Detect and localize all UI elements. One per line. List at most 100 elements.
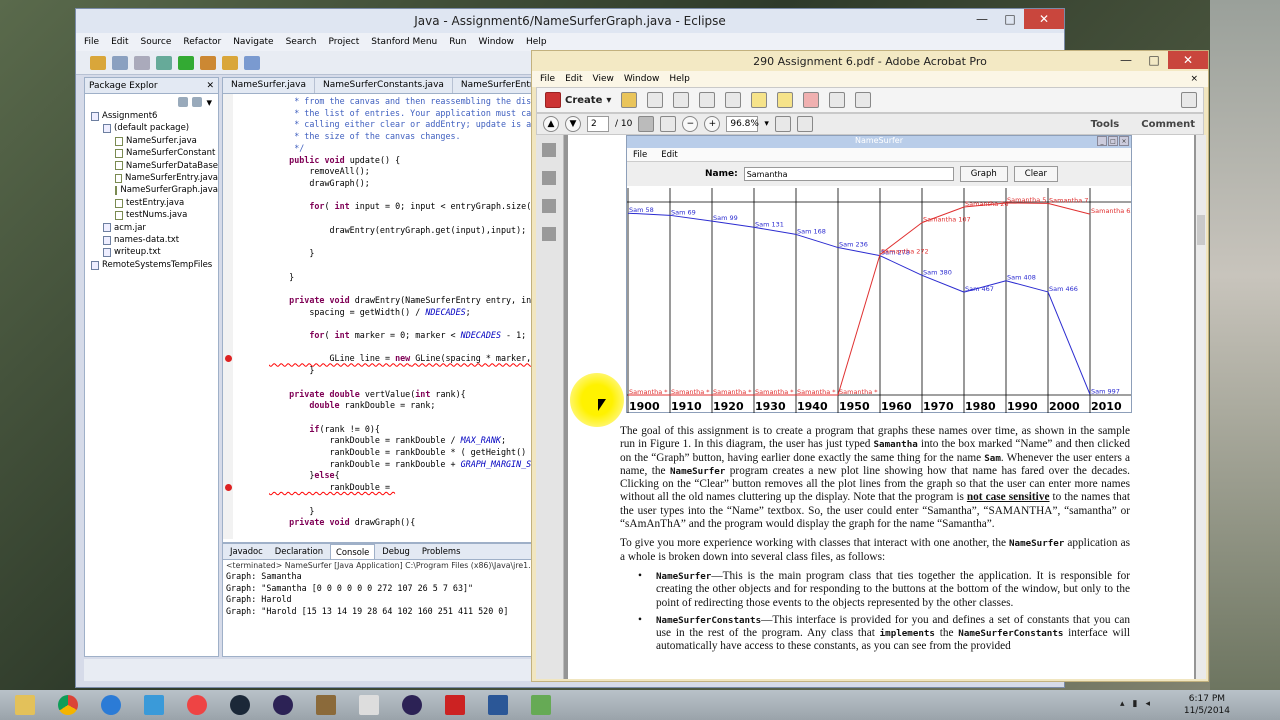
tree-item[interactable]: testEntry.java: [85, 197, 218, 209]
close-icon[interactable]: ✕: [206, 81, 214, 91]
tree-item[interactable]: NameSurferGraph.java: [85, 184, 218, 196]
expand-icon[interactable]: [1181, 92, 1197, 108]
menu-item[interactable]: Help: [526, 37, 547, 47]
zoom-input[interactable]: 96.8%: [726, 116, 759, 132]
taskbar-itunes[interactable]: [179, 692, 215, 718]
scrollbar-thumb[interactable]: [1197, 215, 1205, 245]
open-folder-icon[interactable]: [621, 92, 638, 108]
tree-item[interactable]: NameSurferConstant: [85, 147, 218, 159]
package-explorer-tab[interactable]: Package Explor: [89, 81, 158, 91]
full-screen-icon[interactable]: [796, 116, 813, 132]
highlight-icon[interactable]: [777, 92, 794, 108]
tree-item[interactable]: NameSurferEntry.java: [85, 172, 218, 184]
tools-pane-button[interactable]: Tools: [1091, 119, 1120, 130]
debug-icon[interactable]: [156, 55, 172, 70]
print-icon[interactable]: [134, 55, 150, 70]
console-tab[interactable]: Declaration: [270, 544, 328, 559]
fit-page-icon[interactable]: [774, 116, 791, 132]
taskbar-chrome[interactable]: [50, 692, 86, 718]
taskbar-word[interactable]: [480, 692, 516, 718]
view-menu-icon[interactable]: ▾: [206, 96, 212, 109]
menu-item[interactable]: Refactor: [183, 37, 221, 47]
taskbar-dosbox[interactable]: [308, 692, 344, 718]
editor-tab[interactable]: NameSurferConstants.java: [315, 78, 453, 93]
email-icon[interactable]: [699, 92, 716, 108]
console-tab[interactable]: Javadoc: [225, 544, 268, 559]
close-button[interactable]: ✕: [1024, 9, 1064, 29]
menu-item[interactable]: Search: [286, 37, 317, 47]
comment-bubble-icon[interactable]: [751, 92, 768, 108]
eclipse-title-bar[interactable]: Java - Assignment6/NameSurferGraph.java …: [76, 9, 1064, 33]
menu-item[interactable]: Edit: [111, 37, 128, 47]
collapse-all-icon[interactable]: [178, 97, 189, 107]
pdf-page[interactable]: NameSurfer _ □ × File Edit Name: Samantha …: [568, 135, 1194, 679]
hand-tool-icon[interactable]: [660, 116, 677, 132]
menu-item[interactable]: Window: [479, 37, 515, 47]
code-area[interactable]: * from the canvas and then reassembling …: [223, 94, 531, 539]
menu-item[interactable]: Project: [328, 37, 359, 47]
clock[interactable]: 6:17 PM 11/5/2014: [1184, 693, 1230, 717]
chevron-up-icon[interactable]: ▴: [1120, 699, 1125, 709]
maximize-button[interactable]: □: [1140, 51, 1168, 69]
close-button[interactable]: ✕: [1168, 51, 1208, 69]
tree-item[interactable]: testNums.java: [85, 209, 218, 221]
zoom-dropdown-icon[interactable]: ▾: [764, 119, 769, 129]
select-tool-icon[interactable]: [638, 116, 655, 132]
run-icon[interactable]: [178, 55, 194, 70]
comment-pane-button[interactable]: Comment: [1141, 119, 1195, 130]
search-icon[interactable]: [244, 55, 260, 70]
tree-item[interactable]: RemoteSystemsTempFiles: [85, 259, 218, 271]
acrobat-menu-item[interactable]: Help: [669, 74, 690, 84]
next-page-icon[interactable]: ▼: [565, 116, 581, 132]
console-tab[interactable]: Problems: [417, 544, 466, 559]
external-tools-icon[interactable]: [200, 55, 216, 70]
link-editor-icon[interactable]: [192, 97, 203, 107]
menu-item[interactable]: Stanford Menu: [371, 37, 437, 47]
stamp-icon[interactable]: [803, 92, 820, 108]
taskbar-steam[interactable]: [222, 692, 258, 718]
volume-icon[interactable]: ◂: [1145, 699, 1150, 709]
editor-tab[interactable]: NameSurfer.java: [223, 78, 315, 93]
console-tab[interactable]: Console: [330, 544, 376, 559]
tree-item[interactable]: names-data.txt: [85, 234, 218, 246]
maximize-button[interactable]: □: [996, 9, 1024, 29]
signatures-icon[interactable]: [542, 227, 556, 241]
open-type-icon[interactable]: [222, 55, 238, 70]
menu-item[interactable]: Run: [449, 37, 466, 47]
zoom-in-icon[interactable]: +: [704, 116, 721, 132]
tree-item[interactable]: (default package): [85, 122, 218, 134]
page-number-input[interactable]: 2: [587, 116, 609, 132]
tree-item[interactable]: writeup.txt: [85, 246, 218, 258]
new-icon[interactable]: [90, 55, 106, 70]
acrobat-menu-item[interactable]: Window: [624, 74, 660, 84]
taskbar-eclipse-2[interactable]: [394, 692, 430, 718]
sign-icon[interactable]: [855, 92, 872, 108]
zoom-out-icon[interactable]: −: [682, 116, 699, 132]
taskbar-acrobat[interactable]: [437, 692, 473, 718]
minimize-button[interactable]: —: [968, 9, 996, 29]
close-document-icon[interactable]: ×: [1190, 74, 1198, 84]
taskbar-notepad[interactable]: [351, 692, 387, 718]
attachment-icon[interactable]: [542, 199, 556, 213]
taskbar-file-explorer[interactable]: [7, 692, 43, 718]
console-tab[interactable]: Debug: [377, 544, 415, 559]
taskbar-internet-explorer[interactable]: [93, 692, 129, 718]
console-output[interactable]: Graph: Samantha Graph: "Samantha [0 0 0 0…: [223, 571, 531, 617]
attach-icon[interactable]: [829, 92, 846, 108]
acrobat-menu-item[interactable]: View: [593, 74, 614, 84]
menu-item[interactable]: File: [84, 37, 99, 47]
save-icon[interactable]: [112, 55, 128, 70]
previous-page-icon[interactable]: ▲: [543, 116, 559, 132]
bookmarks-icon[interactable]: [542, 171, 556, 185]
tree-item[interactable]: Assignment6: [85, 110, 218, 122]
acrobat-menu-item[interactable]: File: [540, 74, 555, 84]
menu-item[interactable]: Navigate: [233, 37, 273, 47]
taskbar-eclipse[interactable]: [265, 692, 301, 718]
tree-item[interactable]: acm.jar: [85, 222, 218, 234]
taskbar-app-2[interactable]: [523, 692, 559, 718]
save-icon[interactable]: [647, 92, 664, 108]
page-thumbnails-icon[interactable]: [542, 143, 556, 157]
acrobat-title-bar[interactable]: 290 Assignment 6.pdf - Adobe Acrobat Pro…: [532, 51, 1208, 71]
code-editor[interactable]: NameSurfer.java NameSurferConstants.java N…: [222, 77, 569, 543]
menu-item[interactable]: Source: [141, 37, 172, 47]
